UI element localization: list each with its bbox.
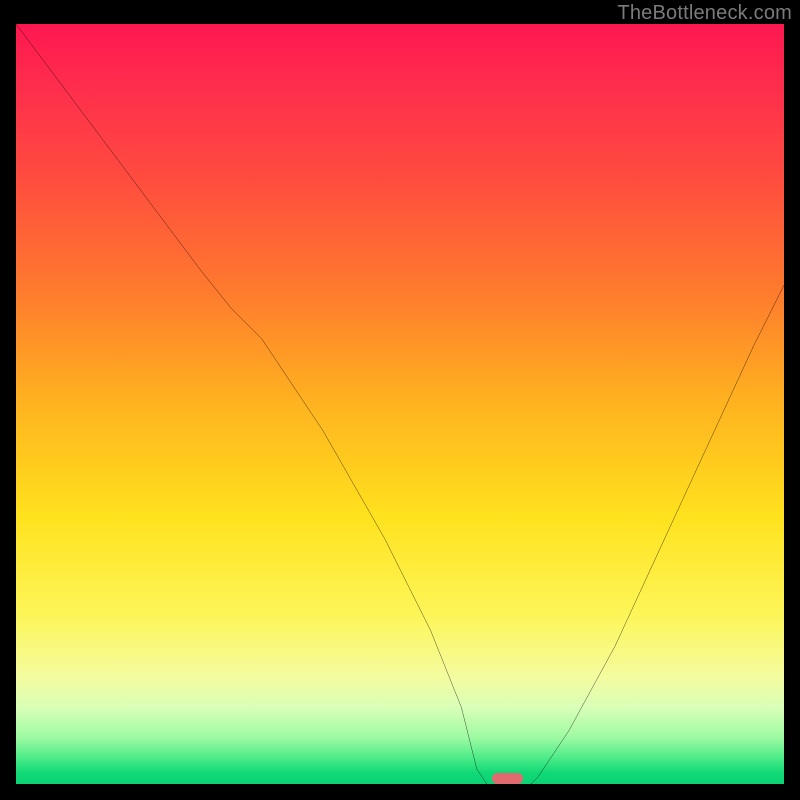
watermark-text: TheBottleneck.com	[617, 2, 792, 25]
plot-area	[16, 24, 784, 784]
optimum-marker	[492, 773, 523, 784]
bottleneck-curve	[16, 24, 784, 792]
curve-path	[16, 24, 784, 792]
chart-frame: TheBottleneck.com	[0, 0, 800, 800]
